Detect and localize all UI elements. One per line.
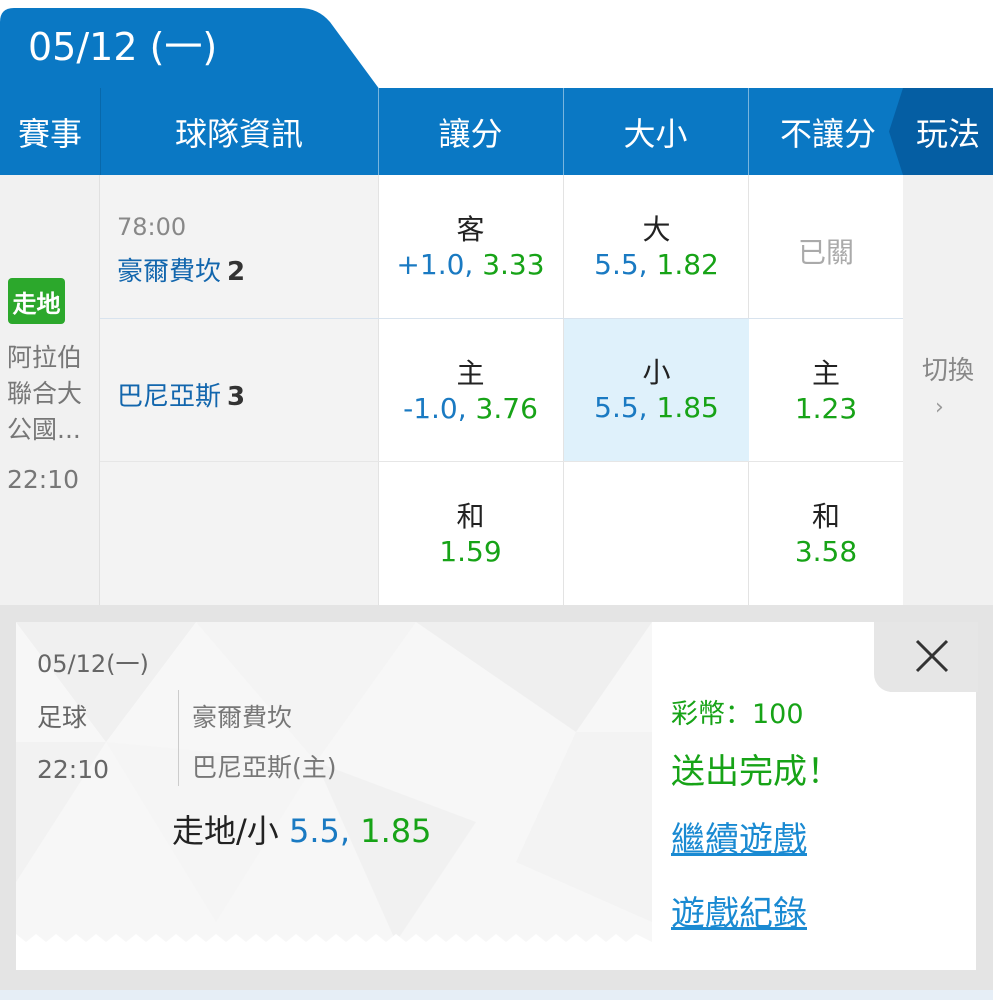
date-tab[interactable]: 05/12 (一) — [0, 8, 380, 90]
odds-price: 3.76 — [475, 391, 538, 425]
game-clock: 78:00 — [117, 213, 187, 241]
play-mode-tab[interactable]: 玩法 — [889, 88, 993, 175]
slip-sport: 足球 — [37, 703, 88, 732]
slip-team-home: 巴尼亞斯(主) — [192, 753, 337, 782]
header-team-info: 球隊資訊 — [174, 114, 303, 153]
odds-handicap-draw[interactable]: 和 1.59 — [378, 462, 563, 605]
chevron-right-icon: › — [935, 395, 944, 420]
home-team-name: 巴尼亞斯 — [117, 382, 222, 412]
header-event: 賽事 — [17, 114, 82, 153]
game-history-link[interactable]: 遊戲紀錄 — [671, 886, 807, 935]
odds-line: 5.5, — [594, 247, 648, 281]
slip-bet-type: 走地/小 — [172, 812, 279, 850]
match-table: 走地 阿拉伯聯合大公國... 22:10 78:00 豪爾費坎 2 巴尼亞斯 3 客… — [0, 175, 993, 605]
odds-label: 主 — [811, 356, 840, 390]
odds-moneyline-home[interactable]: 主 1.23 — [749, 319, 903, 462]
odds-price: 1.85 — [656, 391, 719, 424]
switch-label[interactable]: 切換 — [903, 350, 993, 387]
odds-moneyline-away: 已關 — [749, 175, 903, 318]
header-handicap: 讓分 — [438, 114, 503, 153]
close-icon[interactable] — [912, 636, 952, 676]
header-over-under: 大小 — [623, 114, 688, 153]
away-team[interactable]: 豪爾費坎 2 — [117, 251, 245, 288]
slip-divider — [178, 690, 179, 786]
live-badge: 走地 — [8, 278, 65, 324]
odds-label: 和 — [456, 499, 485, 533]
odds-moneyline-draw[interactable]: 和 3.58 — [749, 462, 903, 605]
away-score: 2 — [227, 257, 246, 287]
odds-label: 小 — [642, 356, 671, 389]
odds-line: 5.5, — [594, 391, 648, 424]
switch-column[interactable] — [903, 175, 993, 605]
home-team[interactable]: 巴尼亞斯 3 — [117, 376, 245, 413]
odds-handicap-home[interactable]: 主 -1.0, 3.76 — [378, 319, 563, 462]
odds-price: 1.23 — [794, 391, 858, 425]
odds-over[interactable]: 大 5.5, 1.82 — [564, 175, 749, 318]
bottom-edge — [0, 990, 993, 1000]
odds-handicap-away[interactable]: 客 +1.0, 3.33 — [378, 175, 563, 318]
odds-line: +1.0, — [396, 247, 474, 281]
date-label: 05/12 (一) — [28, 25, 218, 69]
odds-label: 大 — [642, 212, 671, 246]
odds-line: -1.0, — [403, 391, 467, 425]
slip-time: 22:10 — [37, 755, 110, 784]
slip-date: 05/12(一) — [37, 650, 149, 678]
odds-closed-label: 已關 — [797, 236, 854, 269]
event-time: 22:10 — [7, 465, 80, 494]
header-no-handicap: 不讓分 — [779, 114, 876, 153]
event-column: 走地 阿拉伯聯合大公國... 22:10 — [0, 175, 100, 605]
slip-team-away: 豪爾費坎 — [192, 703, 293, 732]
odds-price: 3.58 — [794, 534, 858, 568]
play-mode-label: 玩法 — [915, 114, 980, 153]
team-column: 78:00 豪爾費坎 2 巴尼亞斯 3 — [100, 175, 378, 605]
odds-label: 主 — [456, 356, 485, 390]
odds-price: 3.33 — [482, 247, 545, 281]
home-score: 3 — [227, 382, 246, 412]
continue-game-link[interactable]: 繼續遊戲 — [671, 812, 807, 861]
coins-amount: 彩幣：100 — [671, 699, 804, 730]
away-team-name: 豪爾費坎 — [117, 257, 222, 287]
odds-price: 1.82 — [656, 247, 719, 281]
odds-label: 和 — [811, 499, 840, 533]
table-header: 賽事 球隊資訊 讓分 大小 不讓分 — [0, 88, 993, 175]
slip-bet-price: 1.85 — [360, 812, 432, 850]
league-name: 阿拉伯聯合大公國... — [7, 343, 83, 444]
odds-price: 1.59 — [439, 534, 502, 568]
slip-bet-line: 5.5, — [288, 812, 351, 850]
odds-under-selected[interactable]: 小 5.5, 1.85 — [564, 319, 749, 461]
odds-label: 客 — [456, 212, 485, 246]
slip-bet-selection: 走地/小 5.5, 1.85 — [172, 806, 431, 852]
submit-success: 送出完成！ — [671, 752, 841, 792]
